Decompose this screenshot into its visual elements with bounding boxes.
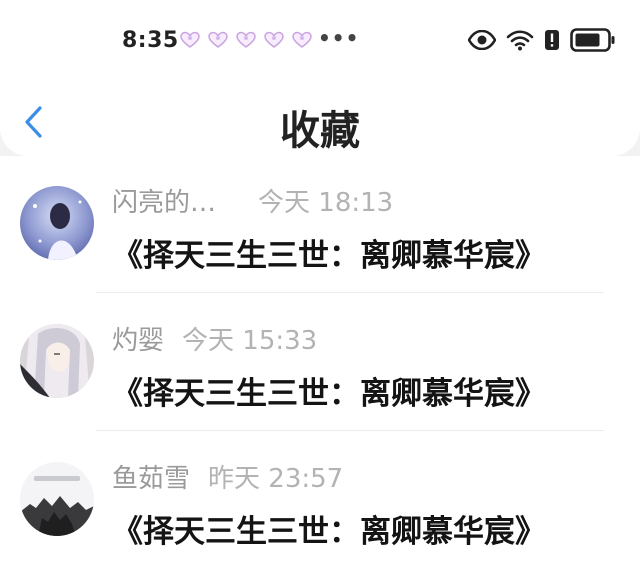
avatar[interactable] xyxy=(20,324,94,398)
wifi-icon xyxy=(506,30,534,51)
avatar[interactable] xyxy=(20,462,94,536)
book-title: 《择天三生三世：离卿慕华宸》 xyxy=(112,514,546,550)
item-meta: 闪亮的… 今天 18:13 xyxy=(112,182,393,219)
heart-icon xyxy=(292,31,312,48)
page-title: 收藏 xyxy=(280,108,360,154)
status-bar: 8:35 ••• xyxy=(0,0,640,84)
book-title: 《择天三生三世：离卿慕华宸》 xyxy=(112,238,546,274)
username: 闪亮的… xyxy=(112,188,217,218)
divider xyxy=(96,430,604,431)
eye-icon xyxy=(468,30,496,50)
nav-bar: 收藏 xyxy=(0,92,640,156)
item-meta: 灼婴 今天 15:33 xyxy=(112,320,317,357)
item-meta: 鱼茹雪 昨天 23:57 xyxy=(112,458,343,495)
list-item[interactable]: 闪亮的… 今天 18:13 《择天三生三世：离卿慕华宸》 xyxy=(0,156,640,294)
username: 鱼茹雪 xyxy=(112,464,191,494)
list-item[interactable]: 灼婴 今天 15:33 《择天三生三世：离卿慕华宸》 xyxy=(0,294,640,432)
heart-icon xyxy=(236,31,256,48)
timestamp: 今天 18:13 xyxy=(258,188,394,218)
list-item[interactable]: 鱼茹雪 昨天 23:57 《择天三生三世：离卿慕华宸》 xyxy=(0,432,640,570)
notification-hearts xyxy=(180,31,312,49)
top-header: 8:35 ••• 收藏 xyxy=(0,0,640,156)
status-time: 8:35 xyxy=(122,28,179,53)
alert-icon xyxy=(545,30,559,50)
heart-icon xyxy=(180,31,200,48)
username: 灼婴 xyxy=(112,326,165,356)
favorites-list: 闪亮的… 今天 18:13 《择天三生三世：离卿慕华宸》 灼婴 今天 15:33 《… xyxy=(0,156,640,578)
divider xyxy=(96,292,604,293)
battery-icon xyxy=(570,28,615,52)
more-notifications-indicator: ••• xyxy=(318,26,360,50)
heart-icon xyxy=(264,31,284,48)
timestamp: 今天 15:33 xyxy=(182,326,318,356)
heart-icon xyxy=(208,31,228,48)
book-title: 《择天三生三世：离卿慕华宸》 xyxy=(112,376,546,412)
avatar[interactable] xyxy=(20,186,94,260)
timestamp: 昨天 23:57 xyxy=(208,464,344,494)
system-icons xyxy=(468,28,616,52)
